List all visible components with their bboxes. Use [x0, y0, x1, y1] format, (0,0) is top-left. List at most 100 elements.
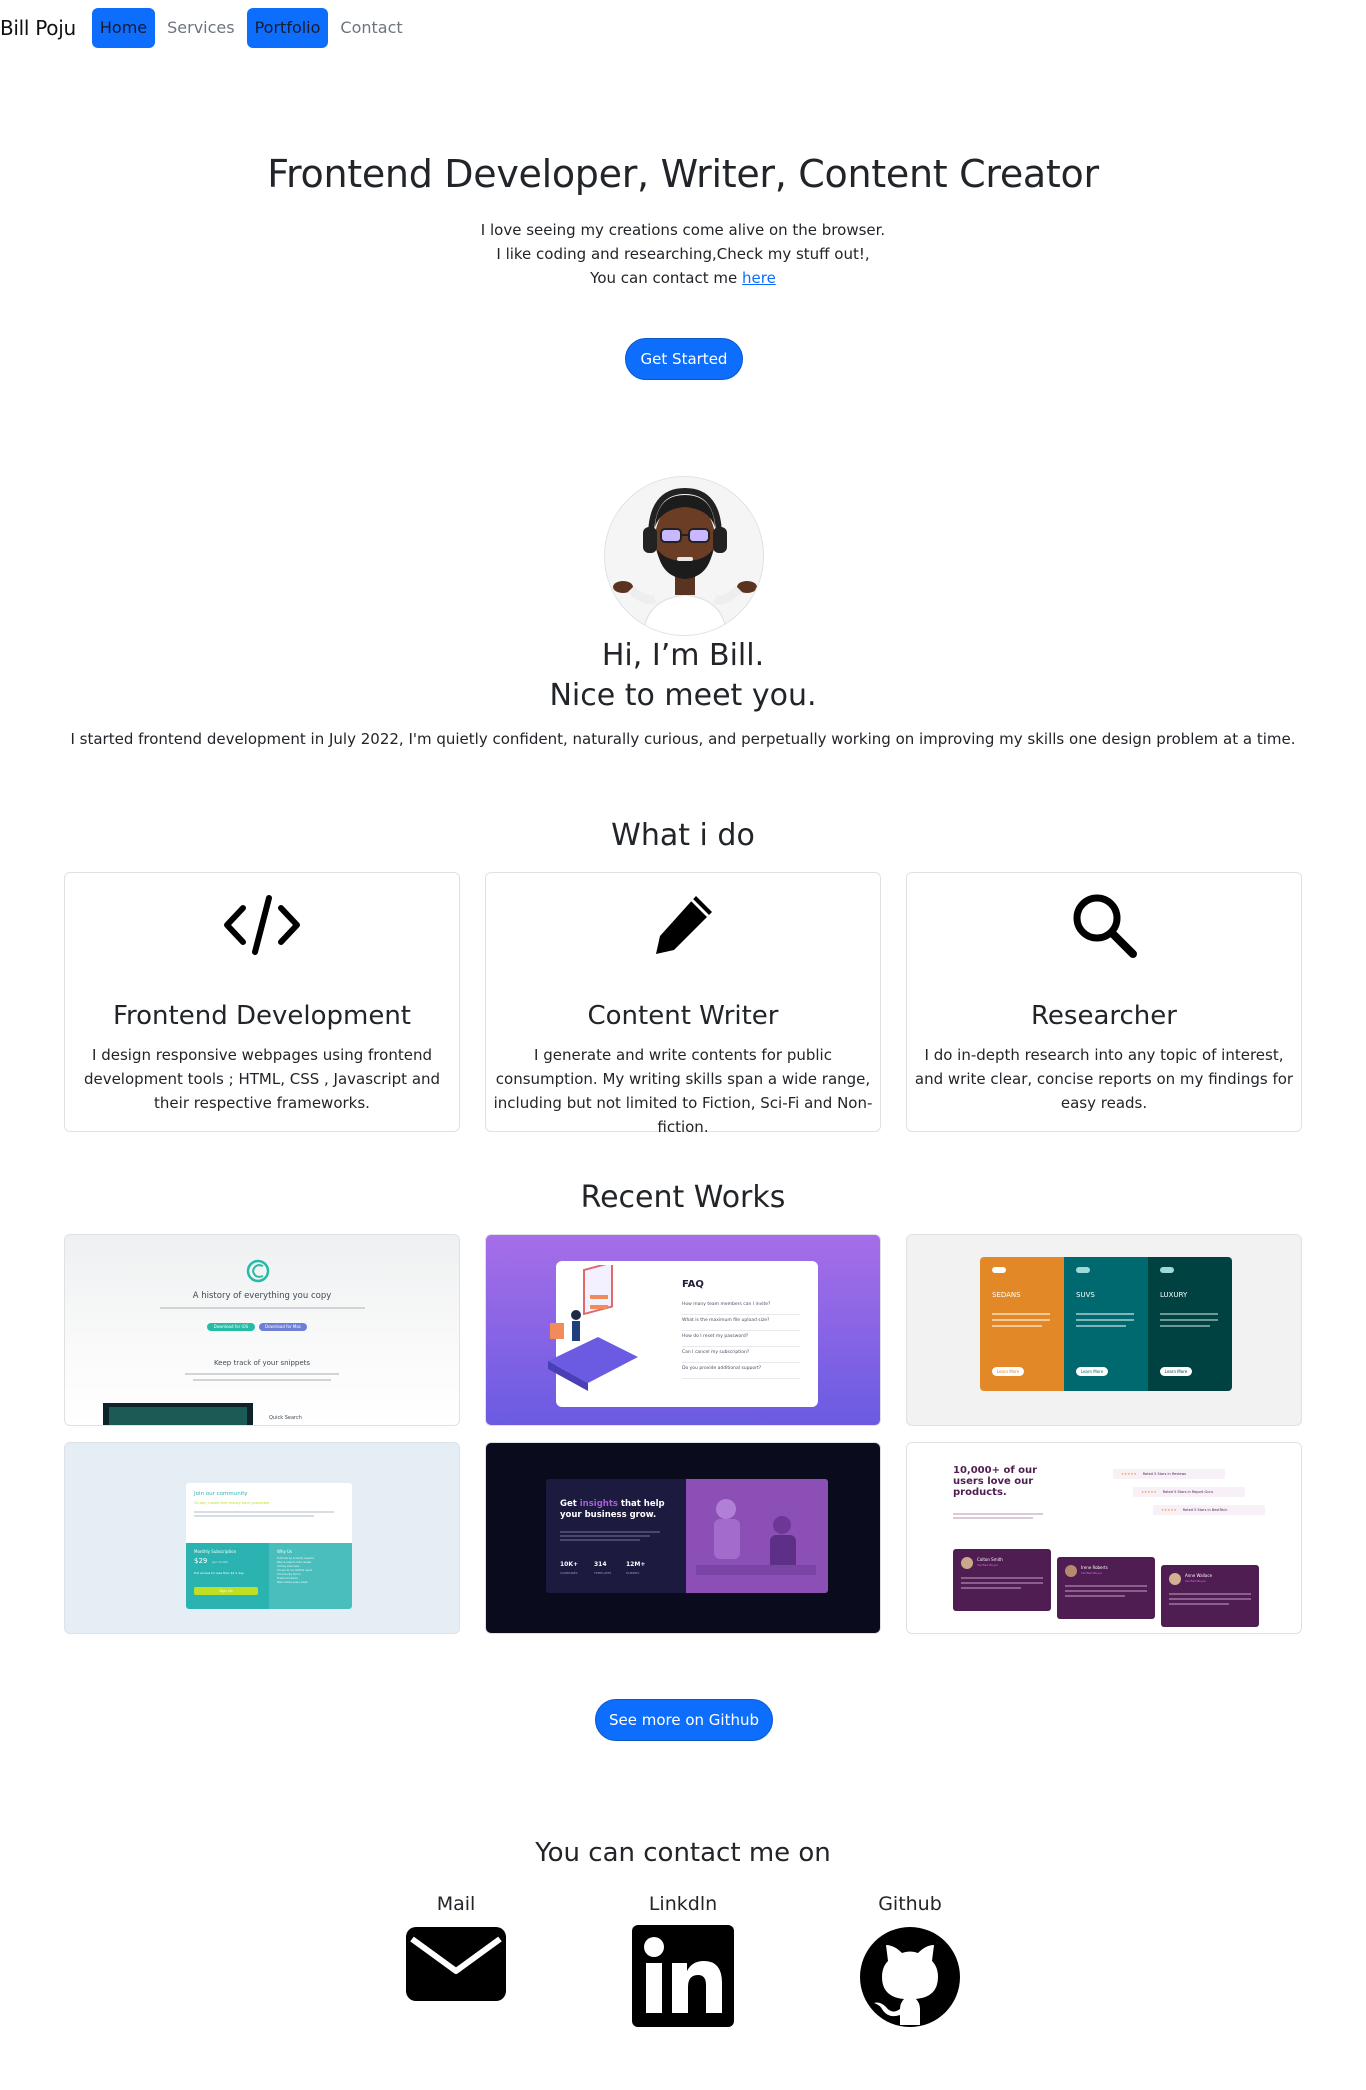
testimonial-card: Irene Roberts Verified Buyer: [1057, 1557, 1155, 1619]
faq-list: How many team members can I invite? What…: [682, 1299, 800, 1379]
car-icon: [1076, 1267, 1090, 1273]
faq-heading: FAQ: [682, 1279, 704, 1290]
car-column-button: Learn More: [992, 1367, 1024, 1376]
work-thumbnail-car-columns[interactable]: SEDANS Learn More SUVS Learn More LUXURY…: [906, 1234, 1302, 1426]
car-column-title: SUVS: [1076, 1291, 1095, 1299]
rating-text: Rated 5 Stars in BestTech: [1182, 1508, 1228, 1512]
car-column-text: [1076, 1319, 1134, 1321]
reviewer-tag: Verified Buyer: [1185, 1579, 1207, 1583]
about-greeting: Hi, I’m Bill.: [601, 638, 765, 673]
testimonial-text: [1169, 1593, 1251, 1595]
about-subgreeting: Nice to meet you.: [549, 678, 817, 713]
work-thumbnail-faq[interactable]: FAQ How many team members can I invite? …: [485, 1234, 881, 1426]
contact-label: Github: [878, 1893, 942, 1915]
contact-mail[interactable]: Mail: [401, 1893, 511, 2003]
subscription-note: Full access for less than $1 a day: [194, 1571, 244, 1575]
clipboard-heading: A history of everything you copy: [192, 1291, 332, 1301]
nav-link-services[interactable]: Services: [159, 8, 242, 48]
car-icon: [1160, 1267, 1174, 1273]
testimonial-text: [961, 1577, 1043, 1579]
car-column-title: SEDANS: [992, 1291, 1021, 1299]
hero-line-2: I like coding and researching,Check my s…: [496, 245, 870, 263]
reviewer-name: Irene Roberts: [1081, 1565, 1108, 1570]
subscription-signup-button: Sign Up: [194, 1587, 258, 1595]
car-column-luxury: LUXURY Learn More: [1148, 1257, 1232, 1391]
reviewer-tag: Verified Buyer: [977, 1563, 999, 1567]
subscription-text: [194, 1515, 314, 1517]
hero-title: Frontend Developer, Writer, Content Crea…: [267, 152, 1099, 196]
insights-stat-label: TEMPLATES: [594, 1571, 612, 1575]
testimonial-card: Colton Smith Verified Buyer: [953, 1549, 1051, 1611]
service-title: Content Writer: [587, 1001, 779, 1031]
testimonial-text: [1065, 1590, 1147, 1592]
testimonial-text: [1169, 1603, 1229, 1605]
subscription-card: Join our community 30-day, hassle-free m…: [186, 1483, 352, 1609]
pencil-icon: [486, 885, 880, 965]
reviewer-name: Anne Wallace: [1185, 1573, 1213, 1578]
work-thumbnail-subscription[interactable]: Join our community 30-day, hassle-free m…: [64, 1442, 460, 1634]
contact-linkedin[interactable]: Linkdln: [628, 1893, 738, 2027]
why-title: Why Us: [277, 1549, 293, 1554]
faq-question: How do I reset my password?: [682, 1331, 800, 1347]
services-title: What i do: [611, 818, 755, 853]
service-description: I generate and write contents for public…: [493, 1046, 873, 1136]
insights-text: [560, 1539, 640, 1541]
hero-line-3-prefix: You can contact me: [590, 269, 743, 287]
nav-link-home[interactable]: Home: [91, 8, 156, 48]
star-rating-icon: ★★★★★: [1141, 1490, 1157, 1494]
work-thumbnail-clipboard[interactable]: A history of everything you copy Downloa…: [64, 1234, 460, 1426]
car-column-button: Learn More: [1076, 1367, 1108, 1376]
contact-here-link[interactable]: here: [742, 269, 776, 287]
clipboard-subheading: Keep track of your snippets: [213, 1359, 311, 1367]
clipboard-caption: Quick Search: [269, 1415, 302, 1421]
envelope-icon[interactable]: [401, 1925, 511, 2003]
rating-row: ★★★★★ Rated 5 Stars in Reviews: [1113, 1469, 1225, 1479]
search-icon: [907, 885, 1301, 965]
reviewer-avatar: [1169, 1573, 1181, 1585]
subscription-price: $29: [194, 1557, 208, 1565]
clipboard-btn-mac: Download for Mac: [264, 1324, 302, 1329]
subscription-title: Monthly Subscription: [194, 1549, 237, 1554]
rating-text: Rated 5 Stars in Reviews: [1142, 1472, 1187, 1476]
contact-title: You can contact me on: [535, 1838, 831, 1868]
car-column-text: [1160, 1319, 1218, 1321]
testimonial-card: Anne Wallace Verified Buyer: [1161, 1565, 1259, 1627]
reviewer-avatar: [961, 1557, 973, 1569]
insights-heading-accent: insights: [579, 1499, 618, 1509]
faq-card: FAQ How many team members can I invite? …: [548, 1261, 818, 1407]
car-column-text: [1076, 1325, 1126, 1327]
faq-question: Do you provide additional support?: [682, 1363, 800, 1379]
star-rating-icon: ★★★★★: [1121, 1472, 1137, 1476]
nav-link-contact[interactable]: Contact: [332, 8, 410, 48]
insights-heading: Get insights that help your business gro…: [560, 1499, 670, 1521]
hero-description: I love seeing my creations come alive on…: [0, 218, 1366, 290]
insights-heading-prefix: Get: [560, 1499, 580, 1509]
hero-line-1: I love seeing my creations come alive on…: [480, 221, 886, 239]
service-card-frontend: Frontend Development I design responsive…: [64, 872, 460, 1132]
github-icon[interactable]: [855, 1925, 965, 2029]
contact-label: Mail: [436, 1893, 476, 1915]
subscription-heading: Join our community: [194, 1491, 248, 1497]
avatar: [604, 476, 764, 636]
nav-link-portfolio[interactable]: Portfolio: [246, 8, 329, 48]
testimonial-text: [1169, 1598, 1251, 1600]
car-icon: [992, 1267, 1006, 1273]
insights-text: [560, 1535, 650, 1537]
work-thumbnail-testimonials[interactable]: 10,000+ of our users love our products. …: [906, 1442, 1302, 1634]
subscription-price-unit: per month: [212, 1560, 228, 1564]
brand-logo[interactable]: Bill Poju: [0, 16, 76, 40]
faq-illustration: [548, 1265, 638, 1391]
get-started-button[interactable]: Get Started: [625, 338, 743, 380]
see-more-github-button[interactable]: See more on Github: [595, 1699, 773, 1741]
testimonials-text: [953, 1517, 1033, 1519]
insights-card: Get insights that help your business gro…: [546, 1479, 828, 1593]
car-column-text: [992, 1313, 1050, 1315]
testimonial-text: [1065, 1585, 1147, 1587]
linkedin-icon[interactable]: [628, 1925, 738, 2027]
works-title: Recent Works: [580, 1180, 786, 1215]
code-icon: [65, 885, 459, 965]
contact-github[interactable]: Github: [855, 1893, 965, 2029]
service-description: I design responsive webpages using front…: [83, 1046, 441, 1112]
work-thumbnail-insights[interactable]: Get insights that help your business gro…: [485, 1442, 881, 1634]
car-column-button: Learn More: [1160, 1367, 1192, 1376]
